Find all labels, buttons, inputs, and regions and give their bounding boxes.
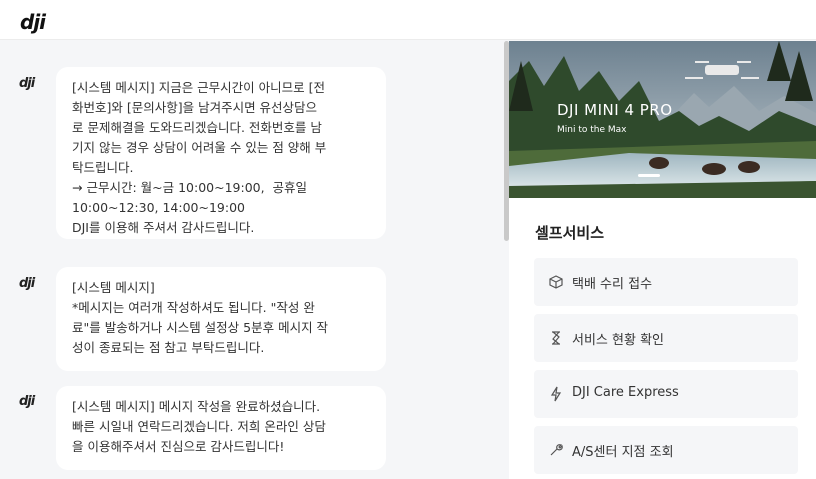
- message-text: [시스템 메시지] *메시지는 여러개 작성하셔도 됩니다. "작성 완 료"를…: [72, 280, 329, 355]
- lightning-icon: [550, 386, 562, 402]
- service-label: 서비스 현황 확인: [572, 333, 664, 348]
- dji-logo[interactable]: dji: [20, 10, 46, 34]
- chat-panel[interactable]: dji [시스템 메시지] 지금은 근무시간이 아니므로 [전 화번호]와 [문…: [0, 41, 505, 479]
- banner-title: DJI MINI 4 PRO: [557, 101, 673, 119]
- service-status-button[interactable]: 서비스 현황 확인: [534, 314, 798, 362]
- message-bubble: [시스템 메시지] 지금은 근무시간이 아니므로 [전 화번호]와 [문의사항]…: [56, 67, 386, 239]
- carousel-indicator[interactable]: [638, 174, 660, 177]
- banner-image: [509, 41, 816, 198]
- service-center-lookup-button[interactable]: A/S센터 지점 조회: [534, 426, 798, 474]
- hourglass-icon: [552, 331, 560, 345]
- service-repair-request-button[interactable]: 택배 수리 접수: [534, 258, 798, 306]
- dji-avatar: dji: [19, 276, 35, 291]
- box-icon: [549, 275, 563, 289]
- service-label: DJI Care Express: [572, 385, 679, 400]
- message-text: [시스템 메시지] 메시지 작성을 완료하셨습니다. 빠른 시일내 연락드리겠습…: [72, 399, 326, 454]
- banner-subtitle: Mini to the Max: [557, 125, 627, 135]
- self-service-title: 셀프서비스: [535, 224, 605, 242]
- top-bar: dji: [0, 0, 816, 40]
- wrench-icon: [550, 444, 563, 456]
- dji-care-express-button[interactable]: DJI Care Express: [534, 370, 798, 418]
- promo-banner[interactable]: DJI MINI 4 PRO Mini to the Max: [509, 41, 816, 198]
- dji-avatar: dji: [19, 76, 35, 91]
- service-label: A/S센터 지점 조회: [572, 445, 674, 460]
- side-panel: DJI MINI 4 PRO Mini to the Max 셀프서비스 택배 …: [509, 41, 816, 479]
- message-text: [시스템 메시지] 지금은 근무시간이 아니므로 [전 화번호]와 [문의사항]…: [72, 80, 327, 235]
- dji-avatar: dji: [19, 394, 35, 409]
- message-bubble: [시스템 메시지] 메시지 작성을 완료하셨습니다. 빠른 시일내 연락드리겠습…: [56, 386, 386, 470]
- service-label: 택배 수리 접수: [572, 277, 653, 292]
- message-bubble: [시스템 메시지] *메시지는 여러개 작성하셔도 됩니다. "작성 완 료"를…: [56, 267, 386, 371]
